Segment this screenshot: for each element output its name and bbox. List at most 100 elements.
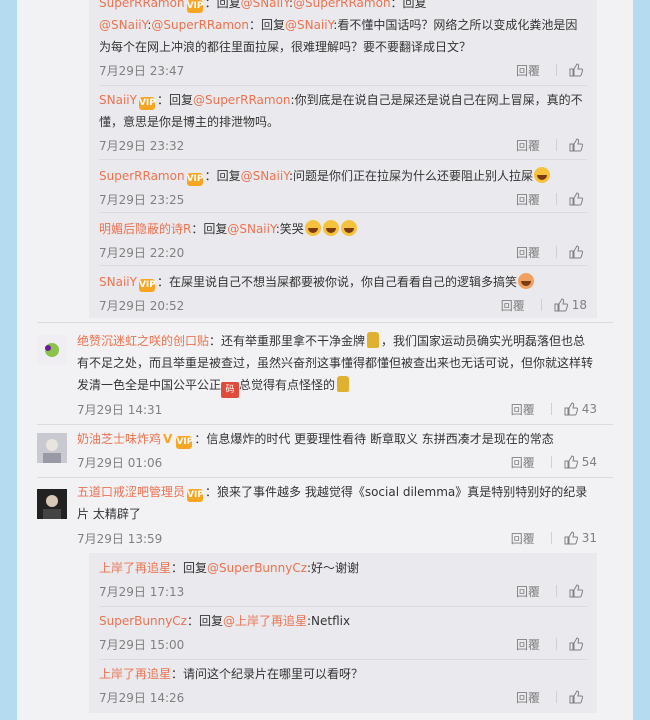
reply-button[interactable]: 回覆 bbox=[501, 297, 525, 314]
username-link[interactable]: SuperRRamon bbox=[99, 169, 185, 183]
divider bbox=[550, 456, 552, 468]
mention-link[interactable]: @SNaiiY bbox=[227, 222, 275, 236]
username-link[interactable]: 绝赞沉迷虹之咲的创口贴 bbox=[77, 334, 209, 348]
vip-badge-icon: VIP bbox=[186, 173, 204, 186]
reply-prefix: ：回复 bbox=[204, 0, 241, 10]
reply-item: SNaiiY VIP：回复@SuperRRamon:你到底是在说自己是屎还是说自己… bbox=[89, 89, 597, 155]
thumb-up-icon[interactable] bbox=[564, 455, 578, 469]
username-link[interactable]: SuperRRamon bbox=[99, 0, 185, 10]
username-link[interactable]: 明媚后隐蔽的诗R bbox=[99, 222, 191, 236]
username-link[interactable]: 上岸了再追星 bbox=[99, 561, 171, 575]
avatar[interactable] bbox=[37, 489, 67, 519]
thumb-up-icon[interactable] bbox=[569, 637, 583, 651]
mention-link[interactable]: @SuperRRamon bbox=[193, 93, 291, 107]
like-count: 54 bbox=[581, 455, 597, 469]
avatar[interactable] bbox=[37, 335, 67, 365]
thumb-up-icon[interactable] bbox=[564, 531, 578, 545]
reply-prefix: ：回复 bbox=[186, 614, 223, 628]
reply-prefix: ：回复 bbox=[171, 561, 208, 575]
reply-text: 上岸了再追星：请问这个纪录片在哪里可以看呀？ bbox=[99, 663, 587, 685]
timestamp: 7月29日 15:00 bbox=[99, 637, 185, 652]
mention-link[interactable]: @上岸了再追星 bbox=[223, 614, 307, 628]
vip-badge-icon: VIP bbox=[187, 489, 204, 502]
thumb-up-icon[interactable] bbox=[569, 63, 583, 77]
reply-button[interactable]: 回覆 bbox=[516, 191, 540, 208]
thumb-up-icon[interactable] bbox=[569, 245, 583, 259]
timestamp: 7月29日 13:59 bbox=[77, 531, 163, 546]
mention-link[interactable]: @SuperRRamon bbox=[293, 0, 391, 10]
reply-item: SuperBunnyCz：回复@上岸了再追星:Netflix 7月29日 15:… bbox=[89, 610, 597, 656]
mention-link[interactable]: @SuperBunnyCz bbox=[207, 561, 307, 575]
mention-link[interactable]: @SuperRRamon bbox=[151, 18, 249, 32]
timestamp: 7月29日 22:20 bbox=[99, 245, 185, 260]
divider bbox=[99, 212, 587, 213]
reply-body: :问题是你们正在拉屎为什么还要阻止别人拉屎 bbox=[288, 169, 533, 183]
username-link[interactable]: 五道口戒涩吧管理员 bbox=[77, 485, 185, 499]
username-link[interactable]: SNaiiY bbox=[99, 93, 137, 107]
vip-badge-icon: VIP bbox=[138, 279, 156, 292]
timestamp: 7月29日 23:32 bbox=[99, 138, 185, 153]
comment-actions: 回覆 43 bbox=[511, 401, 597, 418]
thumb-up-icon[interactable] bbox=[554, 298, 568, 312]
reply-button[interactable]: 回覆 bbox=[516, 583, 540, 600]
reply-thread: SuperRRamon VIP：回复@SNaiiY:@SuperRRamon：回复… bbox=[89, 0, 597, 318]
divider bbox=[99, 659, 587, 660]
reply-actions: 回覆 18 bbox=[501, 297, 587, 314]
reply-item: SuperRRamon VIP：回复@SNaiiY:@SuperRRamon：回复… bbox=[89, 0, 597, 82]
reply-button[interactable]: 回覆 bbox=[516, 636, 540, 653]
username-link[interactable]: SNaiiY bbox=[99, 275, 137, 289]
reply-actions: 回覆 bbox=[516, 636, 587, 653]
comments-panel: SuperRRamon VIP：回复@SNaiiY:@SuperRRamon：回复… bbox=[17, 0, 633, 720]
reply-thread: 上岸了再追星：回复@SuperBunnyCz:好～谢谢 7月29日 17:13 … bbox=[89, 553, 597, 713]
reply-item: 明媚后隐蔽的诗R：回复@SNaiiY:笑哭 7月29日 22:20 回覆 bbox=[89, 218, 597, 264]
divider bbox=[550, 532, 552, 544]
divider bbox=[37, 477, 613, 478]
medal-emoji-icon bbox=[367, 332, 380, 348]
username-link[interactable]: 奶油芝士味炸鸡 bbox=[77, 432, 161, 446]
divider bbox=[37, 424, 613, 425]
mention-link[interactable]: @SNaiiY bbox=[285, 18, 333, 32]
avatar[interactable] bbox=[37, 433, 67, 463]
reply-button[interactable]: 回覆 bbox=[516, 137, 540, 154]
divider bbox=[556, 64, 557, 76]
divider bbox=[99, 85, 587, 86]
avatar-image bbox=[37, 433, 67, 463]
reply-button[interactable]: 回覆 bbox=[511, 401, 535, 418]
reply-prefix: ：回复 bbox=[248, 18, 285, 32]
timestamp: 7月29日 14:26 bbox=[99, 690, 185, 705]
reply-button[interactable]: 回覆 bbox=[516, 62, 540, 79]
thumb-up-icon[interactable] bbox=[569, 584, 583, 598]
divider bbox=[99, 159, 587, 160]
avatar-image bbox=[37, 335, 67, 365]
reply-meta: 7月29日 15:00 回覆 bbox=[99, 635, 587, 653]
reply-button[interactable]: 回覆 bbox=[511, 454, 535, 471]
divider bbox=[556, 139, 557, 151]
thumb-up-icon[interactable] bbox=[569, 690, 583, 704]
comment-text: 五道口戒涩吧管理员 VIP：狼来了事件越多 我越觉得《social dilemma… bbox=[77, 481, 597, 525]
reply-button[interactable]: 回覆 bbox=[516, 689, 540, 706]
reply-actions: 回覆 bbox=[516, 583, 587, 600]
comment-item: 绝赞沉迷虹之咲的创口贴：还有举重那里拿不干净金牌 ，我们国家运动员确实光明磊落但也… bbox=[17, 330, 633, 420]
thumb-up-icon[interactable] bbox=[564, 402, 578, 416]
reply-text: 上岸了再追星：回复@SuperBunnyCz:好～谢谢 bbox=[99, 557, 587, 579]
thumb-up-icon[interactable] bbox=[569, 138, 583, 152]
mention-link[interactable]: @SNaiiY bbox=[99, 18, 147, 32]
reply-body: ：请问这个纪录片在哪里可以看呀？ bbox=[171, 667, 364, 681]
reply-actions: 回覆 bbox=[516, 62, 587, 79]
reply-actions: 回覆 bbox=[516, 689, 587, 706]
divider bbox=[556, 638, 557, 650]
divider bbox=[556, 691, 557, 703]
mention-link[interactable]: @SNaiiY bbox=[241, 0, 289, 10]
medal-emoji-icon bbox=[337, 376, 350, 392]
reply-text: SuperRRamon VIP：回复@SNaiiY:问题是你们正在拉屎为什么还要阻… bbox=[99, 165, 587, 187]
comment-meta: 7月29日 13:59 回覆 31 bbox=[77, 529, 597, 547]
reply-prefix: ：回复 bbox=[156, 93, 193, 107]
comment-meta: 7月29日 01:06 回覆 54 bbox=[77, 453, 597, 471]
reply-button[interactable]: 回覆 bbox=[511, 530, 535, 547]
avatar-image bbox=[37, 489, 67, 519]
reply-button[interactable]: 回覆 bbox=[516, 244, 540, 261]
mention-link[interactable]: @SNaiiY bbox=[241, 169, 289, 183]
thumb-up-icon[interactable] bbox=[569, 192, 583, 206]
username-link[interactable]: SuperBunnyCz bbox=[99, 614, 187, 628]
username-link[interactable]: 上岸了再追星 bbox=[99, 667, 171, 681]
